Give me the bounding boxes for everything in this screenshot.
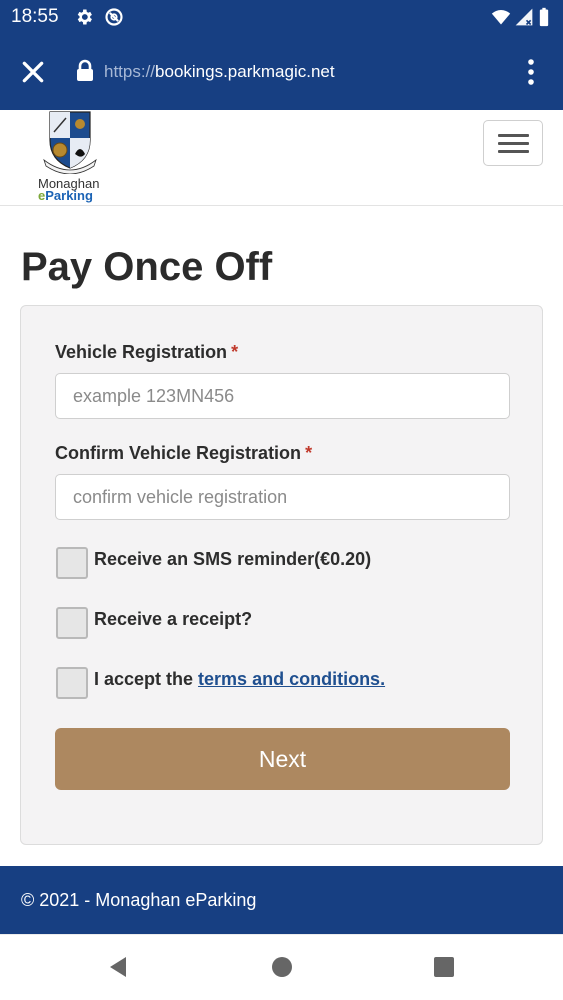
vpn-icon [105,8,123,26]
site-navbar: Monaghan eParking [0,110,563,206]
terms-checkbox[interactable] [56,667,88,699]
lock-icon [77,59,93,81]
crest-icon [43,111,97,174]
gear-icon [77,9,92,25]
terms-label: I accept the terms and conditions. [94,669,386,689]
vehicle-reg-label: Vehicle Registration * [55,342,239,362]
battery-icon [539,7,549,27]
wifi-icon [491,10,511,25]
payment-form-card: Vehicle Registration* Confirm Vehicle Re… [20,305,543,845]
sms-reminder-checkbox[interactable] [56,547,88,579]
brand-logo[interactable]: Monaghan eParking [36,110,108,204]
browser-toolbar: https://bookings.parkmagic.net [0,34,563,110]
more-vert-icon[interactable] [521,58,541,86]
next-button[interactable]: Next [55,728,510,790]
hamburger-icon [498,134,529,137]
close-icon[interactable] [20,59,46,85]
sms-reminder-label[interactable]: Receive an SMS reminder(€0.20) [94,549,371,570]
receipt-checkbox[interactable] [56,607,88,639]
receipt-label[interactable]: Receive a receipt? [94,609,252,630]
footer-copyright: © 2021 - Monaghan eParking [21,890,257,910]
menu-toggle-button[interactable] [483,120,543,166]
status-time: 18:55 [11,6,59,27]
page-title: Pay Once Off [21,245,273,289]
signal-icon [515,8,533,26]
recents-icon[interactable] [432,955,456,979]
status-bar: 18:55 [0,0,563,34]
url-scheme: https:// [104,62,156,81]
system-nav-bar [0,934,563,1000]
site-footer: © 2021 - Monaghan eParking [0,866,563,934]
brand-line2: eParking [38,188,93,203]
confirm-reg-label: Confirm Vehicle Registration * [55,443,313,463]
terms-link[interactable]: terms and conditions. [198,669,385,689]
confirm-reg-input[interactable] [55,474,510,520]
url-host: bookings.parkmagic.net [155,62,335,81]
vehicle-reg-input[interactable] [55,373,510,419]
home-icon[interactable] [270,955,294,979]
address-bar[interactable]: https://bookings.parkmagic.net [104,62,335,82]
back-icon[interactable] [106,955,130,979]
